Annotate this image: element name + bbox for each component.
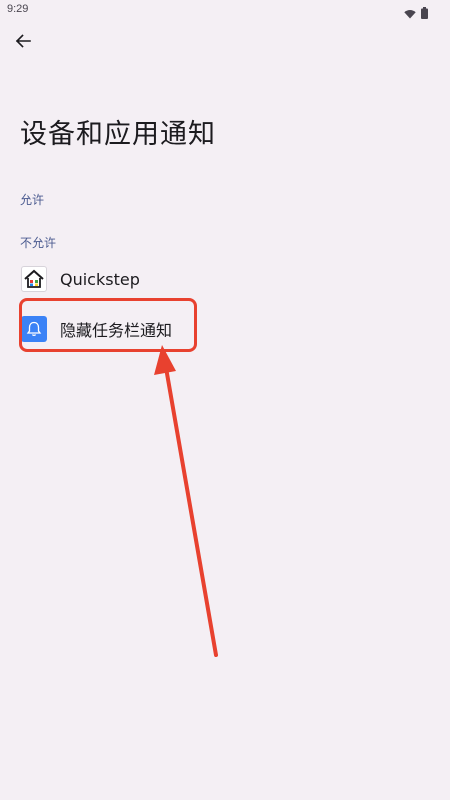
section-header-allowed: 允许 (20, 193, 45, 207)
app-label-quickstep: Quickstep (60, 269, 140, 289)
status-icons (404, 4, 428, 23)
page-title: 设备和应用通知 (20, 119, 216, 150)
status-bar: 9:29 (0, 0, 450, 20)
battery-icon (421, 4, 428, 23)
wifi-icon (404, 4, 416, 23)
arrow-left-icon (15, 33, 31, 53)
status-time: 9:29 (7, 3, 29, 15)
app-row-quickstep[interactable]: Quickstep (0, 258, 450, 300)
section-header-not-allowed: 不允许 (20, 236, 57, 250)
annotation-highlight-box (19, 298, 197, 352)
home-icon (21, 266, 47, 292)
back-button[interactable] (8, 28, 38, 58)
